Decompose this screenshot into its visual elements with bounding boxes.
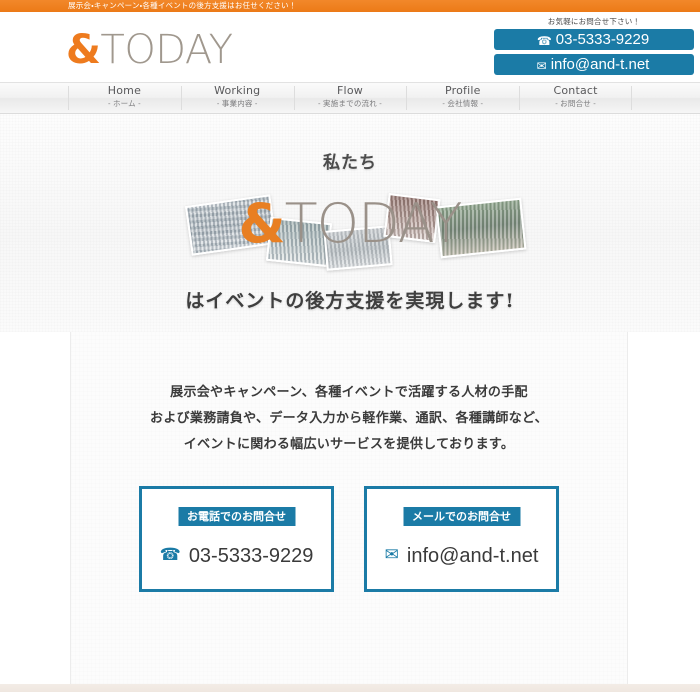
envelope-icon: ✉ — [384, 545, 399, 564]
hero-section: 私たち &TODAY はイベントの後方支援を実現します! — [0, 114, 700, 332]
content-panel: 展示会やキャンペーン、各種イベントで活躍する人材の手配 および業務請負や、データ… — [70, 332, 628, 684]
site-header: &TODAY お気軽にお問合せ下さい！ ☎ 03-5333-9229 ✉ info@… — [0, 12, 700, 82]
nav-label-jp: - ホーム - — [107, 99, 141, 108]
nav-label-en: Home — [107, 84, 142, 97]
nav-label-en: Contact — [553, 84, 598, 97]
site-logo[interactable]: &TODAY — [66, 30, 233, 70]
envelope-icon: ✉ — [536, 59, 547, 73]
contact-boxes: お電話でのお問合せ ☎ 03-5333-9229 メールでのお問合せ ✉ info@… — [71, 486, 627, 592]
nav-label-jp: - 事業内容 - — [216, 99, 258, 108]
promo-banner: 展示会・キャンペーン・各種イベントの後方支援はお任せください！ — [0, 0, 700, 12]
intro-line-1: 展示会やキャンペーン、各種イベントで活躍する人材の手配 — [170, 385, 528, 400]
email-contact-box[interactable]: メールでのお問合せ ✉ info@and-t.net — [364, 486, 559, 592]
hero-logo-ampersand: & — [238, 192, 286, 255]
hero-logo-wordmark: TODAY — [284, 192, 463, 255]
email-box-title: メールでのお問合せ — [403, 507, 520, 526]
nav-item-contact[interactable]: Contact - お問合せ - — [519, 82, 632, 114]
logo-ampersand: & — [66, 27, 101, 73]
header-email-button[interactable]: ✉ info@and-t.net — [494, 54, 694, 75]
header-phone-number: 03-5333-9229 — [555, 31, 650, 48]
header-phone-button[interactable]: ☎ 03-5333-9229 — [494, 29, 694, 50]
nav-label-jp: - 会社情報 - — [442, 99, 484, 108]
phone-number-value: 03-5333-9229 — [188, 545, 314, 567]
nav-item-profile[interactable]: Profile - 会社情報 - — [406, 82, 519, 114]
nav-label-jp: - お問合せ - — [555, 99, 596, 108]
intro-line-2: および業務請負や、データ入力から軽作業、通訳、各種講師など、 — [150, 411, 548, 426]
intro-paragraph: 展示会やキャンペーン、各種イベントで活躍する人材の手配 および業務請負や、データ… — [71, 332, 627, 458]
main-content: 展示会やキャンペーン、各種イベントで活躍する人材の手配 および業務請負や、データ… — [0, 332, 700, 692]
header-email-address: info@and-t.net — [550, 56, 650, 73]
nav-label-jp: - 実施までの流れ - — [318, 99, 382, 108]
header-contact-block: お気軽にお問合せ下さい！ ☎ 03-5333-9229 ✉ info@and-t.n… — [494, 16, 694, 79]
footer-strip — [0, 684, 700, 692]
telephone-icon: ☎ — [159, 545, 181, 564]
hero-headline-top: 私たち — [323, 153, 377, 173]
intro-line-3: イベントに関わる幅広いサービスを提供しております。 — [183, 437, 515, 452]
telephone-icon: ☎ — [536, 34, 552, 48]
hero-logo-collage: &TODAY — [0, 186, 700, 271]
nav-label-en: Working — [214, 84, 261, 97]
contact-lead-text: お気軽にお問合せ下さい！ — [547, 17, 641, 26]
hero-headline-bottom: はイベントの後方支援を実現します! — [185, 290, 515, 312]
hero-logo: &TODAY — [0, 192, 700, 256]
email-address-value: info@and-t.net — [406, 545, 539, 567]
phone-box-body: ☎ 03-5333-9229 — [142, 541, 331, 570]
nav-item-flow[interactable]: Flow - 実施までの流れ - — [293, 82, 407, 114]
email-box-body: ✉ info@and-t.net — [367, 541, 556, 570]
nav-item-home[interactable]: Home - ホーム - — [68, 82, 181, 114]
nav-label-en: Flow — [337, 84, 363, 97]
phone-contact-box[interactable]: お電話でのお問合せ ☎ 03-5333-9229 — [139, 486, 334, 592]
main-navigation: Home - ホーム - Working - 事業内容 - Flow - 実施ま… — [0, 82, 700, 114]
phone-box-title: お電話でのお問合せ — [178, 507, 295, 526]
logo-wordmark: TODAY — [100, 27, 233, 73]
nav-item-working[interactable]: Working - 事業内容 - — [180, 82, 294, 114]
nav-label-en: Profile — [444, 84, 481, 97]
